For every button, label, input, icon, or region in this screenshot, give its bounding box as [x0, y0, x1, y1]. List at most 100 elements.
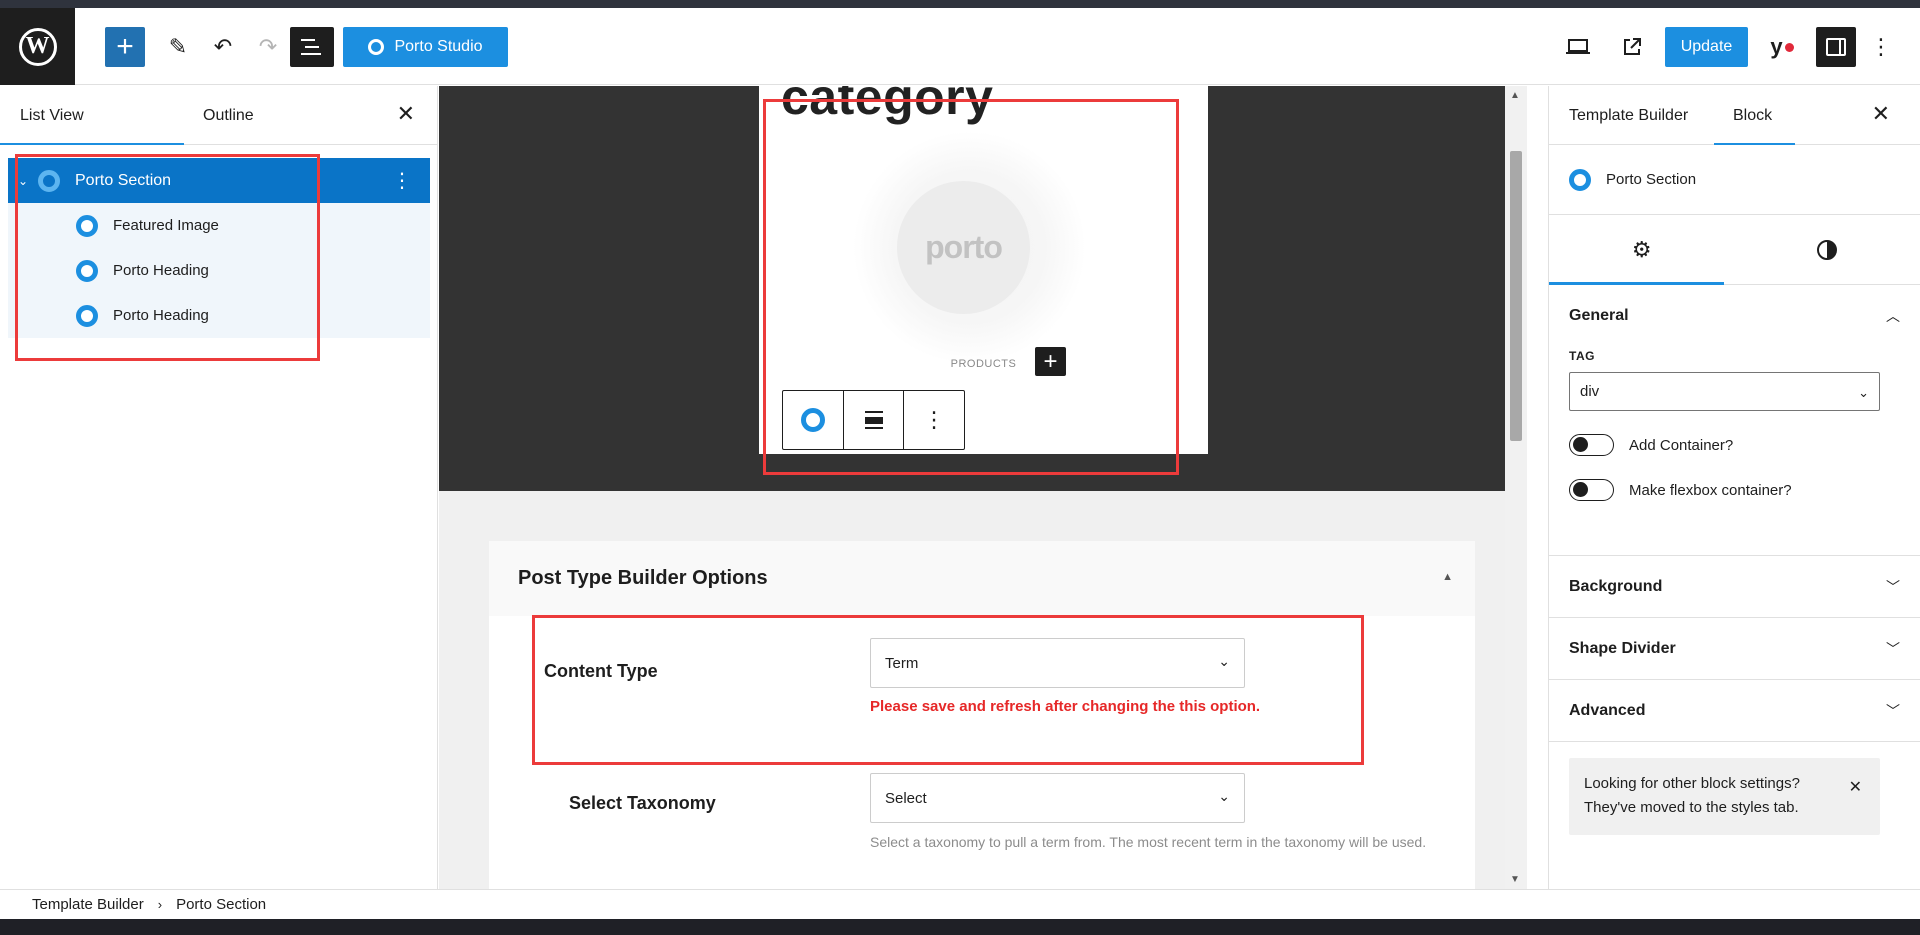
porto-studio-icon: [368, 39, 385, 55]
undo-button[interactable]: ↶: [205, 27, 241, 67]
laptop-icon: [1566, 39, 1590, 54]
inserter-button[interactable]: +: [1035, 347, 1066, 376]
flexbox-row: Make flexbox container?: [1569, 479, 1900, 501]
chevron-down-icon: ﹀: [1886, 702, 1900, 719]
porto-block-icon: [76, 304, 98, 327]
list-item-porto-heading[interactable]: Porto Heading: [8, 248, 430, 293]
list-view-panel: List View Outline ✕ ⌄ Porto Section ⋮ Fe…: [0, 86, 438, 889]
tab-list-view[interactable]: List View: [20, 86, 84, 145]
chevron-down-icon: ⌄: [1858, 385, 1869, 400]
products-heading[interactable]: PRODUCTS: [759, 358, 1208, 370]
yoast-seo-button[interactable]: y: [1762, 27, 1802, 67]
block-more-options-button[interactable]: ⋮: [904, 391, 964, 449]
general-panel-header[interactable]: General ︿: [1569, 285, 1900, 347]
close-icon: ✕: [1871, 101, 1890, 126]
content-type-row: Content Type Term ⌄ Please save and refr…: [489, 621, 1475, 741]
settings-styles-tabs: ⚙: [1549, 215, 1920, 285]
porto-block-icon: [1569, 168, 1591, 191]
tab-settings[interactable]: ⚙: [1549, 215, 1735, 284]
taxonomy-row: Select Taxonomy Select ⌄ Select a taxono…: [489, 756, 1475, 886]
align-button[interactable]: [844, 391, 905, 449]
scrollbar-thumb[interactable]: [1510, 151, 1522, 441]
flexbox-toggle[interactable]: [1569, 479, 1614, 501]
update-button[interactable]: Update: [1665, 27, 1748, 67]
gear-icon: ⚙: [1631, 236, 1652, 262]
close-icon: ✕: [396, 101, 415, 126]
collapse-caret-icon[interactable]: ▲: [1442, 571, 1453, 583]
tag-value: div: [1580, 383, 1600, 400]
chevron-down-icon: ⌄: [1218, 653, 1230, 669]
settings-sidebar-toggle[interactable]: [1816, 27, 1856, 67]
porto-block-icon: [76, 214, 98, 237]
align-center-icon: [864, 411, 883, 429]
add-container-toggle[interactable]: [1569, 434, 1614, 456]
block-tree: ⌄ Porto Section ⋮ Featured Image Porto H…: [8, 158, 430, 338]
tab-styles[interactable]: [1735, 215, 1920, 284]
breadcrumb-item-template-builder[interactable]: Template Builder: [32, 896, 144, 913]
category-heading[interactable]: category: [781, 86, 993, 126]
tag-select[interactable]: div ⌄: [1569, 372, 1880, 411]
block-type-button[interactable]: [783, 391, 844, 449]
porto-studio-label: Porto Studio: [394, 38, 483, 55]
tab-template-builder[interactable]: Template Builder: [1569, 86, 1688, 145]
taxonomy-select[interactable]: Select ⌄: [870, 773, 1245, 823]
canvas-scrollbar[interactable]: ▲ ▼: [1505, 86, 1527, 889]
redo-button[interactable]: ↷: [250, 27, 286, 67]
settings-scrollbar[interactable]: [1904, 86, 1920, 889]
preview-button[interactable]: [1558, 27, 1598, 67]
breadcrumb-item-porto-section[interactable]: Porto Section: [176, 896, 266, 913]
taxonomy-value: Select: [885, 789, 927, 807]
editor-canvas: category porto PRODUCTS + ⋮ Post Type Bu…: [439, 86, 1527, 889]
sidebar-icon: [1826, 38, 1846, 56]
dismiss-notice-button[interactable]: ✕: [1849, 776, 1862, 800]
list-item-porto-heading[interactable]: Porto Heading: [8, 293, 430, 338]
advanced-panel-header[interactable]: Advanced ﹀: [1549, 680, 1920, 742]
post-type-builder-options: Post Type Builder Options ▲ Content Type…: [489, 541, 1475, 889]
porto-section-block[interactable]: category porto PRODUCTS + ⋮: [759, 86, 1208, 454]
chevron-down-icon: ﹀: [1886, 578, 1900, 595]
editor-top-toolbar: W + ✎ ↶ ↷ Porto Studio Update y ⋮: [0, 8, 1920, 85]
contrast-icon: [1817, 239, 1838, 260]
add-block-button[interactable]: +: [105, 27, 145, 67]
plus-icon: +: [1043, 347, 1058, 375]
options-menu-button[interactable]: ⋮: [1866, 27, 1896, 67]
close-settings-button[interactable]: ✕: [1872, 101, 1890, 127]
tools-button[interactable]: ✎: [160, 27, 196, 67]
breadcrumb: Template Builder › Porto Section: [0, 889, 1920, 919]
list-item-label: Porto Heading: [113, 307, 209, 324]
close-list-view-button[interactable]: ✕: [397, 101, 415, 127]
view-post-button[interactable]: [1612, 27, 1652, 67]
content-type-value: Term: [885, 654, 919, 672]
porto-studio-button[interactable]: Porto Studio: [343, 27, 508, 67]
list-item-label: Porto Section: [75, 171, 172, 189]
tag-label: TAG: [1569, 349, 1595, 363]
tab-outline[interactable]: Outline: [203, 86, 254, 145]
add-container-row: Add Container?: [1569, 434, 1900, 456]
chevron-down-icon: ﹀: [1886, 640, 1900, 657]
tab-block[interactable]: Block: [1733, 86, 1772, 145]
kebab-icon: ⋮: [923, 407, 946, 432]
pencil-icon: ✎: [168, 34, 188, 59]
chevron-down-icon[interactable]: ⌄: [8, 174, 38, 188]
kebab-icon: ⋮: [1870, 34, 1892, 59]
block-options-button[interactable]: ⋮: [392, 168, 412, 193]
shape-divider-panel-header[interactable]: Shape Divider ﹀: [1549, 618, 1920, 680]
scroll-down-icon[interactable]: ▼: [1510, 874, 1520, 885]
list-item-featured-image[interactable]: Featured Image: [8, 203, 430, 248]
block-card: Porto Section: [1549, 145, 1920, 215]
chevron-right-icon: ›: [157, 897, 163, 912]
document-overview-button[interactable]: [290, 27, 334, 67]
options-header[interactable]: Post Type Builder Options ▲: [489, 541, 1475, 616]
plus-icon: +: [116, 30, 134, 63]
redo-icon: ↷: [258, 34, 278, 59]
content-type-select[interactable]: Term ⌄: [870, 638, 1245, 688]
yoast-icon: y: [1770, 34, 1783, 59]
taxonomy-help-text: Select a taxonomy to pull a term from. T…: [870, 834, 1427, 850]
background-panel-header[interactable]: Background ﹀: [1549, 556, 1920, 618]
background-title: Background: [1569, 577, 1663, 595]
list-item-porto-section[interactable]: ⌄ Porto Section ⋮: [8, 158, 430, 203]
wordpress-logo-button[interactable]: W: [0, 8, 75, 85]
active-tab-indicator: [0, 143, 184, 145]
featured-image-placeholder[interactable]: porto: [897, 181, 1030, 314]
scroll-up-icon[interactable]: ▲: [1510, 90, 1520, 101]
